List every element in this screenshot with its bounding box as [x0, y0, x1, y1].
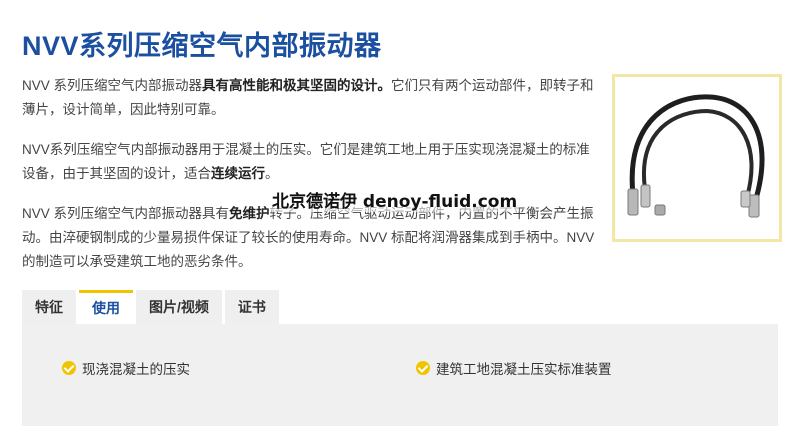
tab-certificates[interactable]: 证书	[224, 290, 279, 324]
intro-paragraph: NVV 系列压缩空气内部振动器具有高性能和极其坚固的设计。它们只有两个运动部件，…	[22, 74, 602, 122]
tab-panel-usage: 现浇混凝土的压实 建筑工地混凝土压实标准装置	[22, 324, 778, 426]
tab-images-videos[interactable]: 图片/视频	[136, 290, 222, 324]
usage-text-bold: 连续运行	[211, 166, 265, 181]
page-title: NVV系列压缩空气内部振动器	[22, 31, 382, 61]
tab-features[interactable]: 特征	[22, 290, 76, 324]
check-circle-icon	[416, 361, 430, 375]
feature-item: 建筑工地混凝土压实标准装置	[416, 358, 612, 378]
usage-text-a: NVV系列压缩空气内部振动器用于混凝土的压实。它们是建筑工地上用于压实现浇混凝土…	[22, 142, 590, 181]
maintenance-text-a: NVV 系列压缩空气内部振动器具有	[22, 206, 230, 221]
usage-text-c: 。	[265, 166, 279, 181]
tab-usage[interactable]: 使用	[79, 290, 133, 324]
feature-label: 现浇混凝土的压实	[82, 362, 190, 377]
intro-text-bold: 具有高性能和极其坚固的设计。	[202, 78, 392, 93]
maintenance-text-bold: 免维护	[229, 206, 270, 221]
intro-text-a: NVV 系列压缩空气内部振动器	[22, 78, 203, 93]
watermark-text: 北京德诺伊 denoy-fluid.com	[270, 187, 520, 212]
product-image[interactable]	[612, 74, 782, 242]
usage-paragraph: NVV系列压缩空气内部振动器用于混凝土的压实。它们是建筑工地上用于压实现浇混凝土…	[22, 138, 602, 186]
hose-vibrator-image	[627, 94, 765, 218]
feature-label: 建筑工地混凝土压实标准装置	[436, 362, 612, 377]
maintenance-paragraph: NVV 系列压缩空气内部振动器具有免维护转子。压缩空气驱动运动部件，内置的不平衡…	[22, 202, 602, 274]
feature-item: 现浇混凝土的压实	[62, 358, 190, 378]
tab-bar: 特征 使用 图片/视频 证书	[22, 290, 279, 324]
check-circle-icon	[62, 361, 76, 375]
